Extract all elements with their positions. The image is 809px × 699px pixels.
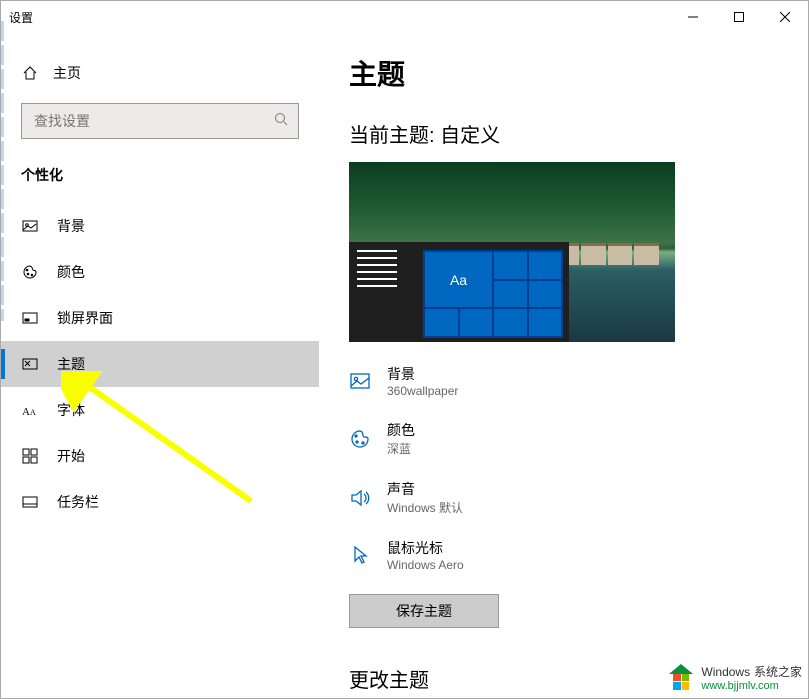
sidebar-item-label: 背景 [57,216,85,236]
settings-window: 设置 主页 [0,0,809,699]
speaker-icon [349,487,371,509]
taskbar-icon [21,493,39,511]
picture-icon [21,217,39,235]
close-button[interactable] [762,1,808,33]
font-icon: AA [21,401,39,419]
page-title: 主题 [349,53,778,93]
setting-title: 声音 [387,479,463,499]
window-controls [670,1,808,33]
minimize-button[interactable] [670,1,716,33]
svg-text:A: A [30,408,36,417]
search-box[interactable] [21,103,299,139]
sidebar-item-background[interactable]: 背景 [1,203,319,249]
sidebar-item-lockscreen[interactable]: 锁屏界面 [1,295,319,341]
cursor-icon [349,544,371,566]
setting-cursor[interactable]: 鼠标光标 Windows Aero [349,538,778,572]
theme-preview: Aa [349,162,675,342]
maximize-button[interactable] [716,1,762,33]
current-theme-label: 当前主题: 自定义 [349,119,778,148]
palette-icon [349,428,371,450]
titlebar: 设置 [1,1,808,33]
main-content: 主题 当前主题: 自定义 Aa 背景 [319,33,808,698]
sidebar-item-colors[interactable]: 颜色 [1,249,319,295]
setting-title: 鼠标光标 [387,538,464,558]
search-icon [274,112,288,131]
preview-tiles: Aa [423,250,563,338]
save-theme-button[interactable]: 保存主题 [349,594,499,628]
setting-background[interactable]: 背景 360wallpaper [349,364,778,398]
sidebar-item-label: 任务栏 [57,492,99,512]
sidebar-item-label: 锁屏界面 [57,308,113,328]
picture-icon [349,370,371,392]
window-title-text: 设置 [9,9,33,26]
window-title: 设置 [9,9,33,26]
setting-title: 颜色 [387,420,415,440]
watermark-suffix: 系统之家 [754,665,802,679]
home-label: 主页 [53,63,81,83]
preview-menu-lines [357,250,397,292]
setting-title: 背景 [387,364,458,384]
watermark-logo-icon [667,664,695,692]
setting-value: Windows 默认 [387,499,463,516]
setting-value: 360wallpaper [387,384,458,398]
sidebar-item-taskbar[interactable]: 任务栏 [1,479,319,525]
sidebar-item-start[interactable]: 开始 [1,433,319,479]
preview-tile-sample-text: Aa [425,252,492,307]
sidebar: 主页 个性化 背景 颜色 [1,33,319,698]
search-input[interactable] [32,112,274,130]
sidebar-item-label: 开始 [57,446,85,466]
sidebar-item-label: 字体 [57,400,85,420]
start-icon [21,447,39,465]
sidebar-item-label: 主题 [57,354,85,374]
watermark: Windows 系统之家 www.bjjmlv.com [667,663,802,692]
watermark-brand: Windows [701,665,750,679]
setting-sound[interactable]: 声音 Windows 默认 [349,479,778,516]
preview-start-menu: Aa [349,242,569,342]
setting-value: 深蓝 [387,440,415,457]
sidebar-item-fonts[interactable]: AA 字体 [1,387,319,433]
setting-value: Windows Aero [387,558,464,572]
home-link[interactable]: 主页 [1,53,319,103]
lockscreen-icon [21,309,39,327]
setting-color[interactable]: 颜色 深蓝 [349,420,778,457]
theme-icon [21,355,39,373]
home-icon [21,64,39,82]
svg-text:A: A [22,406,30,417]
decorative-edge [1,21,4,321]
palette-icon [21,263,39,281]
sidebar-item-label: 颜色 [57,262,85,282]
watermark-url: www.bjjmlv.com [701,680,802,692]
sidebar-item-themes[interactable]: 主题 [1,341,319,387]
section-label: 个性化 [1,165,319,203]
